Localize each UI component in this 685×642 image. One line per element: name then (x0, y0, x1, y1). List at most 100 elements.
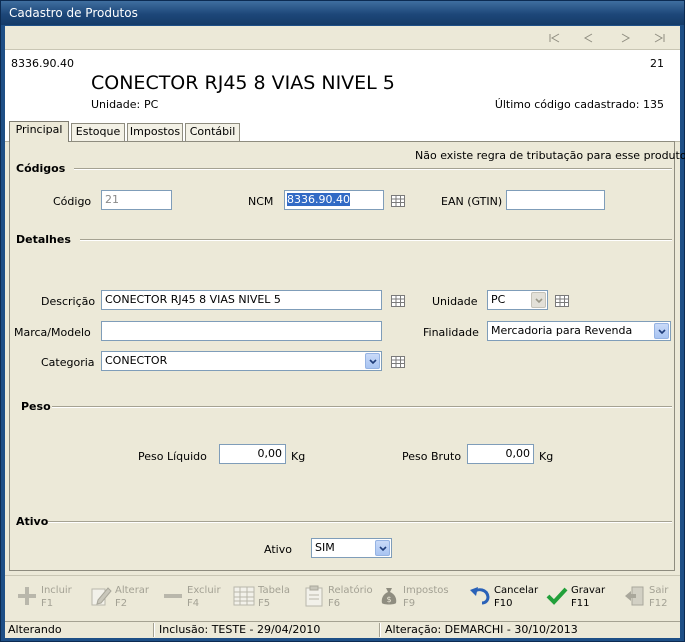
status-divider (379, 623, 381, 637)
header-last-code: Último código cadastrado: 135 (494, 98, 664, 111)
svg-text:$: $ (386, 595, 391, 604)
gravar-button[interactable]: Gravar F11 (545, 582, 611, 616)
alterar-button[interactable]: Alterar F2 (89, 582, 155, 616)
clipboard-report-icon (302, 584, 326, 608)
tab-contabil[interactable]: Contábil (185, 123, 240, 141)
unidade-lookup-icon[interactable] (555, 295, 569, 307)
finalidade-label: Finalidade (423, 326, 479, 339)
ativo-combo[interactable]: SIM (311, 538, 392, 558)
section-divider (74, 168, 672, 170)
ativo-label: Ativo (264, 543, 292, 556)
section-divider (52, 406, 672, 408)
status-bar: Alterando Inclusão: TESTE - 29/04/2010 A… (5, 621, 680, 638)
first-record-icon[interactable] (548, 31, 562, 45)
window-title: Cadastro de Produtos (1, 1, 684, 25)
impostos-button[interactable]: $ Impostos F9 (377, 582, 449, 616)
tax-rule-notice: Não existe regra de tributação para esse… (415, 149, 685, 162)
chevron-down-icon (535, 298, 543, 304)
sair-label: Sair (649, 585, 669, 596)
incluir-label: Incluir (41, 585, 72, 596)
status-divider (153, 623, 155, 637)
peso-bruto-unit: Kg (539, 450, 554, 463)
sair-shortcut: F12 (649, 598, 668, 609)
alterar-shortcut: F2 (115, 598, 128, 609)
unidade-label: Unidade (432, 295, 478, 308)
checkmark-icon (545, 584, 569, 608)
codigo-label: Código (53, 195, 92, 208)
ean-field[interactable] (506, 190, 605, 210)
peso-liquido-field[interactable]: 0,00 (219, 444, 286, 464)
descricao-label: Descrição (41, 295, 96, 308)
ativo-combo-value: SIM (315, 541, 335, 554)
cancelar-shortcut: F10 (494, 598, 513, 609)
status-alteracao: Alteração: DEMARCHI - 30/10/2013 (385, 623, 578, 636)
incluir-button[interactable]: Incluir F1 (15, 582, 81, 616)
descricao-field[interactable]: CONECTOR RJ45 8 VIAS NIVEL 5 (101, 290, 382, 310)
action-toolbar: Incluir F1 Alterar F2 Excluir F4 Tabela … (5, 575, 680, 621)
relatorio-label: Relatório (328, 585, 373, 596)
status-mode: Alterando (8, 623, 62, 636)
chevron-down-icon (369, 359, 377, 365)
categoria-lookup-icon[interactable] (391, 356, 405, 368)
status-inclusao: Inclusão: TESTE - 29/04/2010 (159, 623, 321, 636)
section-divider (80, 239, 672, 241)
relatorio-shortcut: F6 (328, 598, 341, 609)
last-record-icon[interactable] (652, 31, 666, 45)
previous-record-icon[interactable] (582, 31, 596, 45)
peso-bruto-label: Peso Bruto (402, 450, 462, 463)
header-product-id: 21 (650, 57, 664, 70)
unidade-combo-value: PC (491, 293, 506, 306)
finalidade-dropdown-button[interactable] (654, 323, 669, 339)
app-window: Cadastro de Produtos 8336.90.40 21 CONEC… (0, 0, 685, 642)
peso-liquido-unit: Kg (291, 450, 306, 463)
ncm-label: NCM (248, 195, 274, 208)
unidade-combo[interactable]: PC (487, 290, 548, 310)
tab-impostos[interactable]: Impostos (127, 123, 183, 141)
finalidade-combo-value: Mercadoria para Revenda (491, 324, 633, 337)
cancelar-label: Cancelar (494, 585, 539, 596)
tab-panel-principal: Não existe regra de tributação para esse… (9, 141, 685, 571)
chevron-down-icon (379, 546, 387, 552)
minus-icon (161, 584, 185, 608)
sair-button[interactable]: Sair F12 (623, 582, 675, 616)
section-divider (48, 521, 672, 523)
cancelar-button[interactable]: Cancelar F10 (468, 582, 540, 616)
header-product-name: CONECTOR RJ45 8 VIAS NIVEL 5 (91, 72, 395, 94)
edit-pencil-icon (89, 584, 113, 608)
categoria-label: Categoria (41, 356, 95, 369)
tabela-button[interactable]: Tabela F5 (232, 582, 298, 616)
table-grid-icon (232, 584, 256, 608)
impostos-shortcut: F9 (403, 598, 416, 609)
section-ativo: Ativo (16, 515, 49, 528)
marca-modelo-field[interactable] (101, 321, 382, 341)
next-record-icon[interactable] (618, 31, 632, 45)
excluir-button[interactable]: Excluir F4 (161, 582, 227, 616)
tabela-shortcut: F5 (258, 598, 271, 609)
peso-bruto-field[interactable]: 0,00 (467, 444, 534, 464)
header-ncm-code: 8336.90.40 (11, 57, 74, 70)
ean-label: EAN (GTIN) (441, 195, 503, 208)
ncm-field[interactable]: 8336.90.40 (284, 190, 384, 210)
chevron-down-icon (658, 329, 666, 335)
alterar-label: Alterar (115, 585, 150, 596)
codigo-field[interactable]: 21 (101, 190, 172, 210)
tab-principal[interactable]: Principal (9, 121, 69, 142)
excluir-label: Excluir (187, 585, 221, 596)
header-unit-label: Unidade: (91, 98, 141, 111)
relatorio-button[interactable]: Relatório F6 (302, 582, 373, 616)
descricao-lookup-icon[interactable] (391, 295, 405, 307)
header-unit-value: PC (144, 98, 159, 111)
tabela-label: Tabela (258, 585, 290, 596)
finalidade-combo[interactable]: Mercadoria para Revenda (487, 321, 671, 341)
tab-estoque[interactable]: Estoque (71, 123, 125, 141)
unidade-dropdown-button[interactable] (531, 292, 546, 308)
section-peso: Peso (21, 400, 51, 413)
categoria-dropdown-button[interactable] (365, 353, 380, 369)
gravar-shortcut: F11 (571, 598, 590, 609)
categoria-combo-value: CONECTOR (105, 354, 168, 367)
categoria-combo[interactable]: CONECTOR (101, 351, 382, 371)
ativo-dropdown-button[interactable] (375, 540, 390, 556)
undo-arrow-icon (468, 584, 492, 608)
ncm-lookup-icon[interactable] (391, 195, 405, 207)
record-navigator (5, 26, 680, 50)
